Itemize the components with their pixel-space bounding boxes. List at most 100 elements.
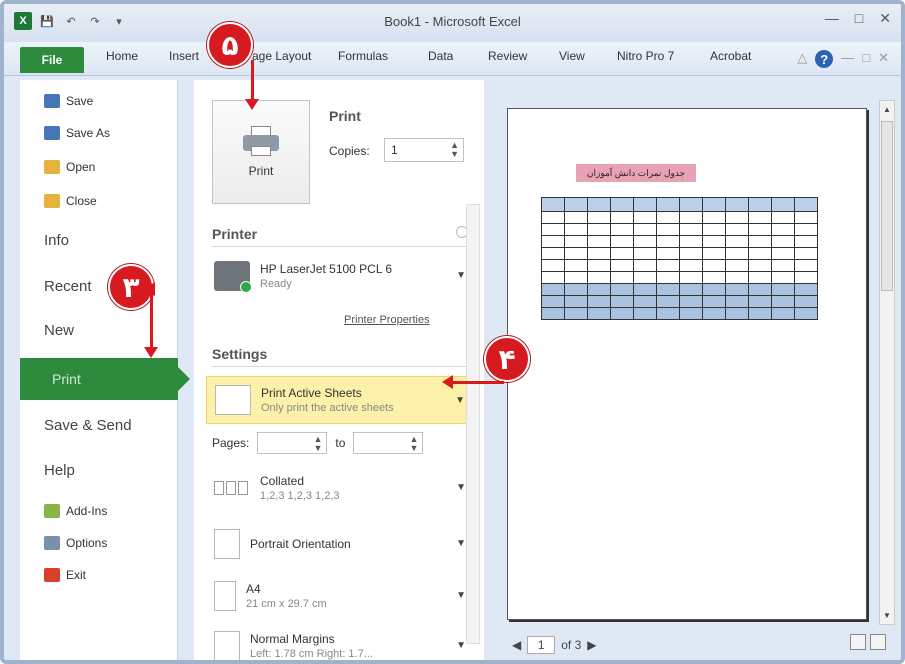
print-what-desc: Only print the active sheets <box>261 402 394 414</box>
margins-label: Normal Margins <box>250 632 335 646</box>
copies-input[interactable]: 1 ▲ ▼ <box>384 138 464 162</box>
print-what-label: Print Active Sheets <box>261 386 362 400</box>
margins-icon <box>214 631 240 660</box>
printer-dropdown[interactable]: HP LaserJet 5100 PCL 6 Ready ▼ <box>206 252 474 300</box>
nav-exit[interactable]: Exit <box>20 568 178 582</box>
maximize-button[interactable]: □ <box>855 10 863 27</box>
collated-desc: 1,2,3 1,2,3 1,2,3 <box>260 490 340 502</box>
current-page-input[interactable]: 1 <box>527 636 556 654</box>
tab-file[interactable]: File <box>20 47 84 73</box>
settings-section-title: Settings <box>212 346 268 362</box>
nav-help[interactable]: Help <box>20 462 178 479</box>
page-total: of 3 <box>561 638 582 652</box>
callout-step-4: ۴ <box>484 336 530 382</box>
collated-icon <box>214 473 250 503</box>
printer-properties-link[interactable]: Printer Properties <box>344 314 430 326</box>
save-icon <box>44 94 60 108</box>
portrait-icon <box>214 529 240 559</box>
nav-save-as[interactable]: Save As <box>20 126 178 140</box>
preview-page: جدول نمرات دانش آموزان <box>507 108 867 620</box>
callout-arrow-3 <box>144 290 158 358</box>
printer-status: Ready <box>260 278 292 290</box>
tab-home[interactable]: Home <box>106 49 138 63</box>
settings-divider <box>212 366 468 367</box>
pages-from-input[interactable]: ▲ ▼ <box>257 432 328 454</box>
sheet-icon <box>215 385 251 415</box>
printer-name: HP LaserJet 5100 PCL 6 <box>260 262 393 276</box>
callout-arrow-4 <box>442 375 504 389</box>
nav-new[interactable]: New <box>20 322 178 339</box>
tab-acrobat[interactable]: Acrobat <box>710 49 751 63</box>
zoom-controls <box>850 634 886 650</box>
nav-print[interactable]: Print <box>20 358 190 400</box>
minimize-button[interactable]: — <box>825 10 839 27</box>
pages-to-input[interactable]: ▲ ▼ <box>353 432 424 454</box>
callout-step-5: ۵ <box>207 22 253 68</box>
add-ins-icon <box>44 504 60 518</box>
doc-close-icon[interactable]: ✕ <box>878 50 889 68</box>
nav-add-ins[interactable]: Add-Ins <box>20 504 178 518</box>
preview-scrollbar[interactable]: ▲ ▼ <box>879 100 895 625</box>
paper-desc: 21 cm x 29.7 cm <box>246 598 327 610</box>
help-icon[interactable]: ? <box>815 50 834 68</box>
ribbon-tabs: File Home Insert Page Layout Formulas Da… <box>4 42 901 76</box>
margins-dropdown[interactable]: Normal Margins Left: 1.78 cm Right: 1.7.… <box>206 622 474 660</box>
scroll-thumb[interactable] <box>881 121 893 291</box>
print-button[interactable]: Print <box>212 100 310 204</box>
nav-options[interactable]: Options <box>20 536 178 550</box>
excel-window: X 💾 ↶ ↷ ▾ Book1 - Microsoft Excel — □ ✕ … <box>0 0 905 664</box>
folder-open-icon <box>44 160 60 174</box>
ribbon-right-controls: △ ? — □ ✕ <box>797 50 889 68</box>
copies-label: Copies: <box>329 144 370 158</box>
pages-row: Pages: ▲ ▼ to ▲ ▼ <box>212 432 424 454</box>
pages-to-label: to <box>335 436 346 450</box>
settings-scrollbar[interactable] <box>466 204 480 644</box>
printer-section-title: Printer <box>212 226 258 242</box>
printer-icon <box>243 126 279 156</box>
tab-data[interactable]: Data <box>428 49 453 63</box>
close-window-button[interactable]: ✕ <box>879 10 891 27</box>
prev-page-icon[interactable]: ◀ <box>512 638 521 652</box>
nav-open[interactable]: Open <box>20 160 178 174</box>
nav-save-send[interactable]: Save & Send <box>20 417 178 434</box>
orientation-dropdown[interactable]: Portrait Orientation ▼ <box>206 520 474 568</box>
collation-dropdown[interactable]: Collated 1,2,3 1,2,3 1,2,3 ▼ <box>206 464 474 512</box>
copies-spinner-icon[interactable]: ▲ ▼ <box>450 141 459 159</box>
print-what-dropdown[interactable]: Print Active Sheets Only print the activ… <box>206 376 474 424</box>
zoom-to-page-icon[interactable] <box>870 634 886 650</box>
collated-label: Collated <box>260 474 305 488</box>
save-as-icon <box>44 126 60 140</box>
chevron-down-icon: ▼ <box>455 395 465 406</box>
nav-close[interactable]: Close <box>20 194 178 208</box>
scroll-down-icon[interactable]: ▼ <box>883 611 891 620</box>
doc-minimize-icon[interactable]: — <box>841 50 854 68</box>
nav-save[interactable]: Save <box>20 94 178 108</box>
show-margins-icon[interactable] <box>850 634 866 650</box>
title-bar: X 💾 ↶ ↷ ▾ Book1 - Microsoft Excel — □ ✕ <box>4 4 901 42</box>
paper-size-dropdown[interactable]: A4 21 cm x 29.7 cm ▼ <box>206 572 474 620</box>
chevron-down-icon: ▼ <box>456 482 466 493</box>
folder-close-icon <box>44 194 60 208</box>
tab-view[interactable]: View <box>559 49 585 63</box>
paper-label: A4 <box>246 582 261 596</box>
printer-device-icon <box>214 261 252 293</box>
spinner-icon[interactable]: ▲ ▼ <box>409 435 418 453</box>
tab-formulas[interactable]: Formulas <box>338 49 388 63</box>
copies-value: 1 <box>391 143 398 157</box>
minimize-ribbon-icon[interactable]: △ <box>797 50 807 68</box>
sheet-title: جدول نمرات دانش آموزان <box>576 164 696 182</box>
scroll-up-icon[interactable]: ▲ <box>883 105 891 114</box>
next-page-icon[interactable]: ▶ <box>587 638 596 652</box>
spinner-icon[interactable]: ▲ ▼ <box>313 435 322 453</box>
exit-icon <box>44 568 60 582</box>
printer-divider <box>212 246 468 247</box>
tab-page-layout[interactable]: Page Layout <box>244 49 311 63</box>
chevron-down-icon: ▼ <box>456 640 466 651</box>
backstage-nav: Save Save As Open Close Info Recent New … <box>20 80 190 660</box>
tab-insert[interactable]: Insert <box>169 49 199 63</box>
window-title: Book1 - Microsoft Excel <box>384 14 521 29</box>
tab-nitro[interactable]: Nitro Pro 7 <box>617 49 674 63</box>
tab-review[interactable]: Review <box>488 49 527 63</box>
nav-info[interactable]: Info <box>20 232 178 249</box>
doc-restore-icon[interactable]: □ <box>862 50 870 68</box>
